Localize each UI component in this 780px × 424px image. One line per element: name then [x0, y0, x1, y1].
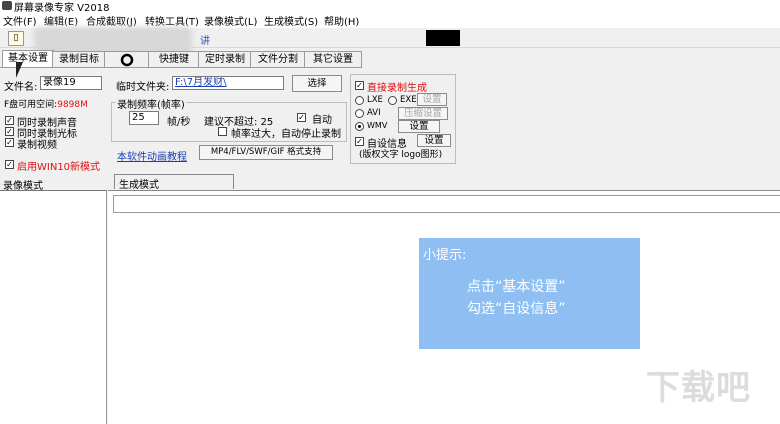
fps-group-title: 录制频率(帧率) [116, 96, 186, 111]
free-space-label: F盘可用空间: [4, 100, 58, 110]
fps-input[interactable]: 25 [129, 111, 159, 125]
preview-box [426, 30, 460, 46]
circle-icon [120, 53, 134, 67]
formats-button[interactable]: MP4/FLV/SWF/GIF 格式支持 [199, 145, 333, 160]
toolbar-ghost-text: 讲 [200, 36, 210, 47]
menu-record-mode[interactable]: 录像模式(L) [204, 13, 257, 28]
tab-file-split[interactable]: 文件分割 [250, 51, 306, 68]
filename-label: 文件名: [4, 82, 38, 93]
record-video-label: 录制视频 [17, 140, 57, 151]
settings-button-3[interactable]: 设置 [417, 134, 451, 147]
tip-line-1: 点击“基本设置” [467, 279, 566, 295]
avi-radio[interactable] [355, 109, 364, 118]
mouse-cursor-icon [16, 62, 23, 78]
filename-input[interactable]: 录像19 [40, 76, 102, 90]
custom-info-checkbox[interactable]: ✓ [355, 137, 364, 146]
record-mode-panel[interactable] [0, 190, 107, 424]
fps-too-high-label: 帧率过大，自动停止录制 [231, 129, 341, 140]
tab-other-settings[interactable]: 其它设置 [304, 51, 362, 68]
browse-button[interactable]: 选择 [292, 75, 342, 92]
right-panel-tab[interactable]: 生成模式 [114, 174, 234, 191]
direct-record-checkbox[interactable]: ✓ [355, 81, 364, 90]
panel-strip [113, 195, 780, 213]
record-cursor-checkbox[interactable]: ✓ [5, 127, 14, 136]
tempdir-label: 临时文件夹: [116, 82, 170, 93]
lxe-label: LXE [367, 95, 383, 105]
exe-radio[interactable] [388, 96, 397, 105]
free-space: F盘可用空间:9898M [4, 97, 88, 110]
free-space-value: 9898M [57, 100, 88, 110]
direct-record-label: 直接录制生成 [367, 83, 427, 94]
app-icon [2, 1, 12, 10]
tip-line-2: 勾选“自设信息” [467, 301, 566, 317]
record-video-checkbox[interactable]: ✓ [5, 138, 14, 147]
win10-mode-checkbox[interactable]: ✓ [5, 160, 14, 169]
wmv-radio[interactable] [355, 122, 364, 131]
fps-auto-label: 自动 [312, 115, 332, 126]
menu-compose[interactable]: 合成截取(J) [86, 13, 137, 28]
menu-help[interactable]: 帮助(H) [324, 13, 359, 28]
title-bar: 屏幕录像专家 V2018 [0, 0, 780, 14]
menu-bar: 文件(F) 编辑(E) 合成截取(J) 转换工具(T) 录像模式(L) 生成模式… [0, 12, 780, 28]
tab-unknown[interactable] [104, 51, 150, 68]
tab-record-target[interactable]: 录制目标 [52, 51, 106, 68]
settings-button-1[interactable]: 设置 [417, 93, 447, 106]
avi-label: AVI [367, 108, 381, 118]
new-document-icon[interactable]: ▯ [8, 31, 24, 46]
tip-box: 小提示: 点击“基本设置” 勾选“自设信息” [419, 238, 640, 349]
custom-info-note: (版权文字 logo图形) [359, 150, 443, 160]
watermark: 下载吧 [646, 368, 751, 408]
fps-unit: 帧/秒 [167, 117, 191, 128]
tab-basic-settings[interactable]: 基本设置 [2, 50, 54, 68]
settings-button-2[interactable]: 设置 [398, 120, 440, 133]
tab-hotkeys[interactable]: 快捷键 [148, 51, 200, 68]
win10-mode-label: 启用WIN10新模式 [17, 162, 101, 173]
wmv-label: WMV [367, 121, 388, 130]
tip-title: 小提示: [423, 248, 467, 263]
tempdir-input[interactable]: F:\7月发财\ [172, 76, 284, 90]
menu-file[interactable]: 文件(F) [3, 13, 37, 28]
menu-generate-mode[interactable]: 生成模式(S) [264, 13, 318, 28]
lxe-radio[interactable] [355, 96, 364, 105]
exe-label: EXE [400, 95, 417, 105]
tab-baseline [0, 67, 362, 68]
compress-settings-button[interactable]: 压缩设置 [398, 107, 448, 120]
record-audio-checkbox[interactable]: ✓ [5, 116, 14, 125]
menu-convert[interactable]: 转换工具(T) [145, 13, 199, 28]
right-panel-header: 生成模式 [119, 180, 159, 191]
tutorial-link[interactable]: 本软件动画教程 [117, 148, 187, 163]
tab-scheduled-record[interactable]: 定时录制 [198, 51, 252, 68]
fps-too-high-checkbox[interactable] [218, 127, 227, 136]
fps-auto-checkbox[interactable]: ✓ [297, 113, 306, 122]
menu-edit[interactable]: 编辑(E) [44, 13, 78, 28]
